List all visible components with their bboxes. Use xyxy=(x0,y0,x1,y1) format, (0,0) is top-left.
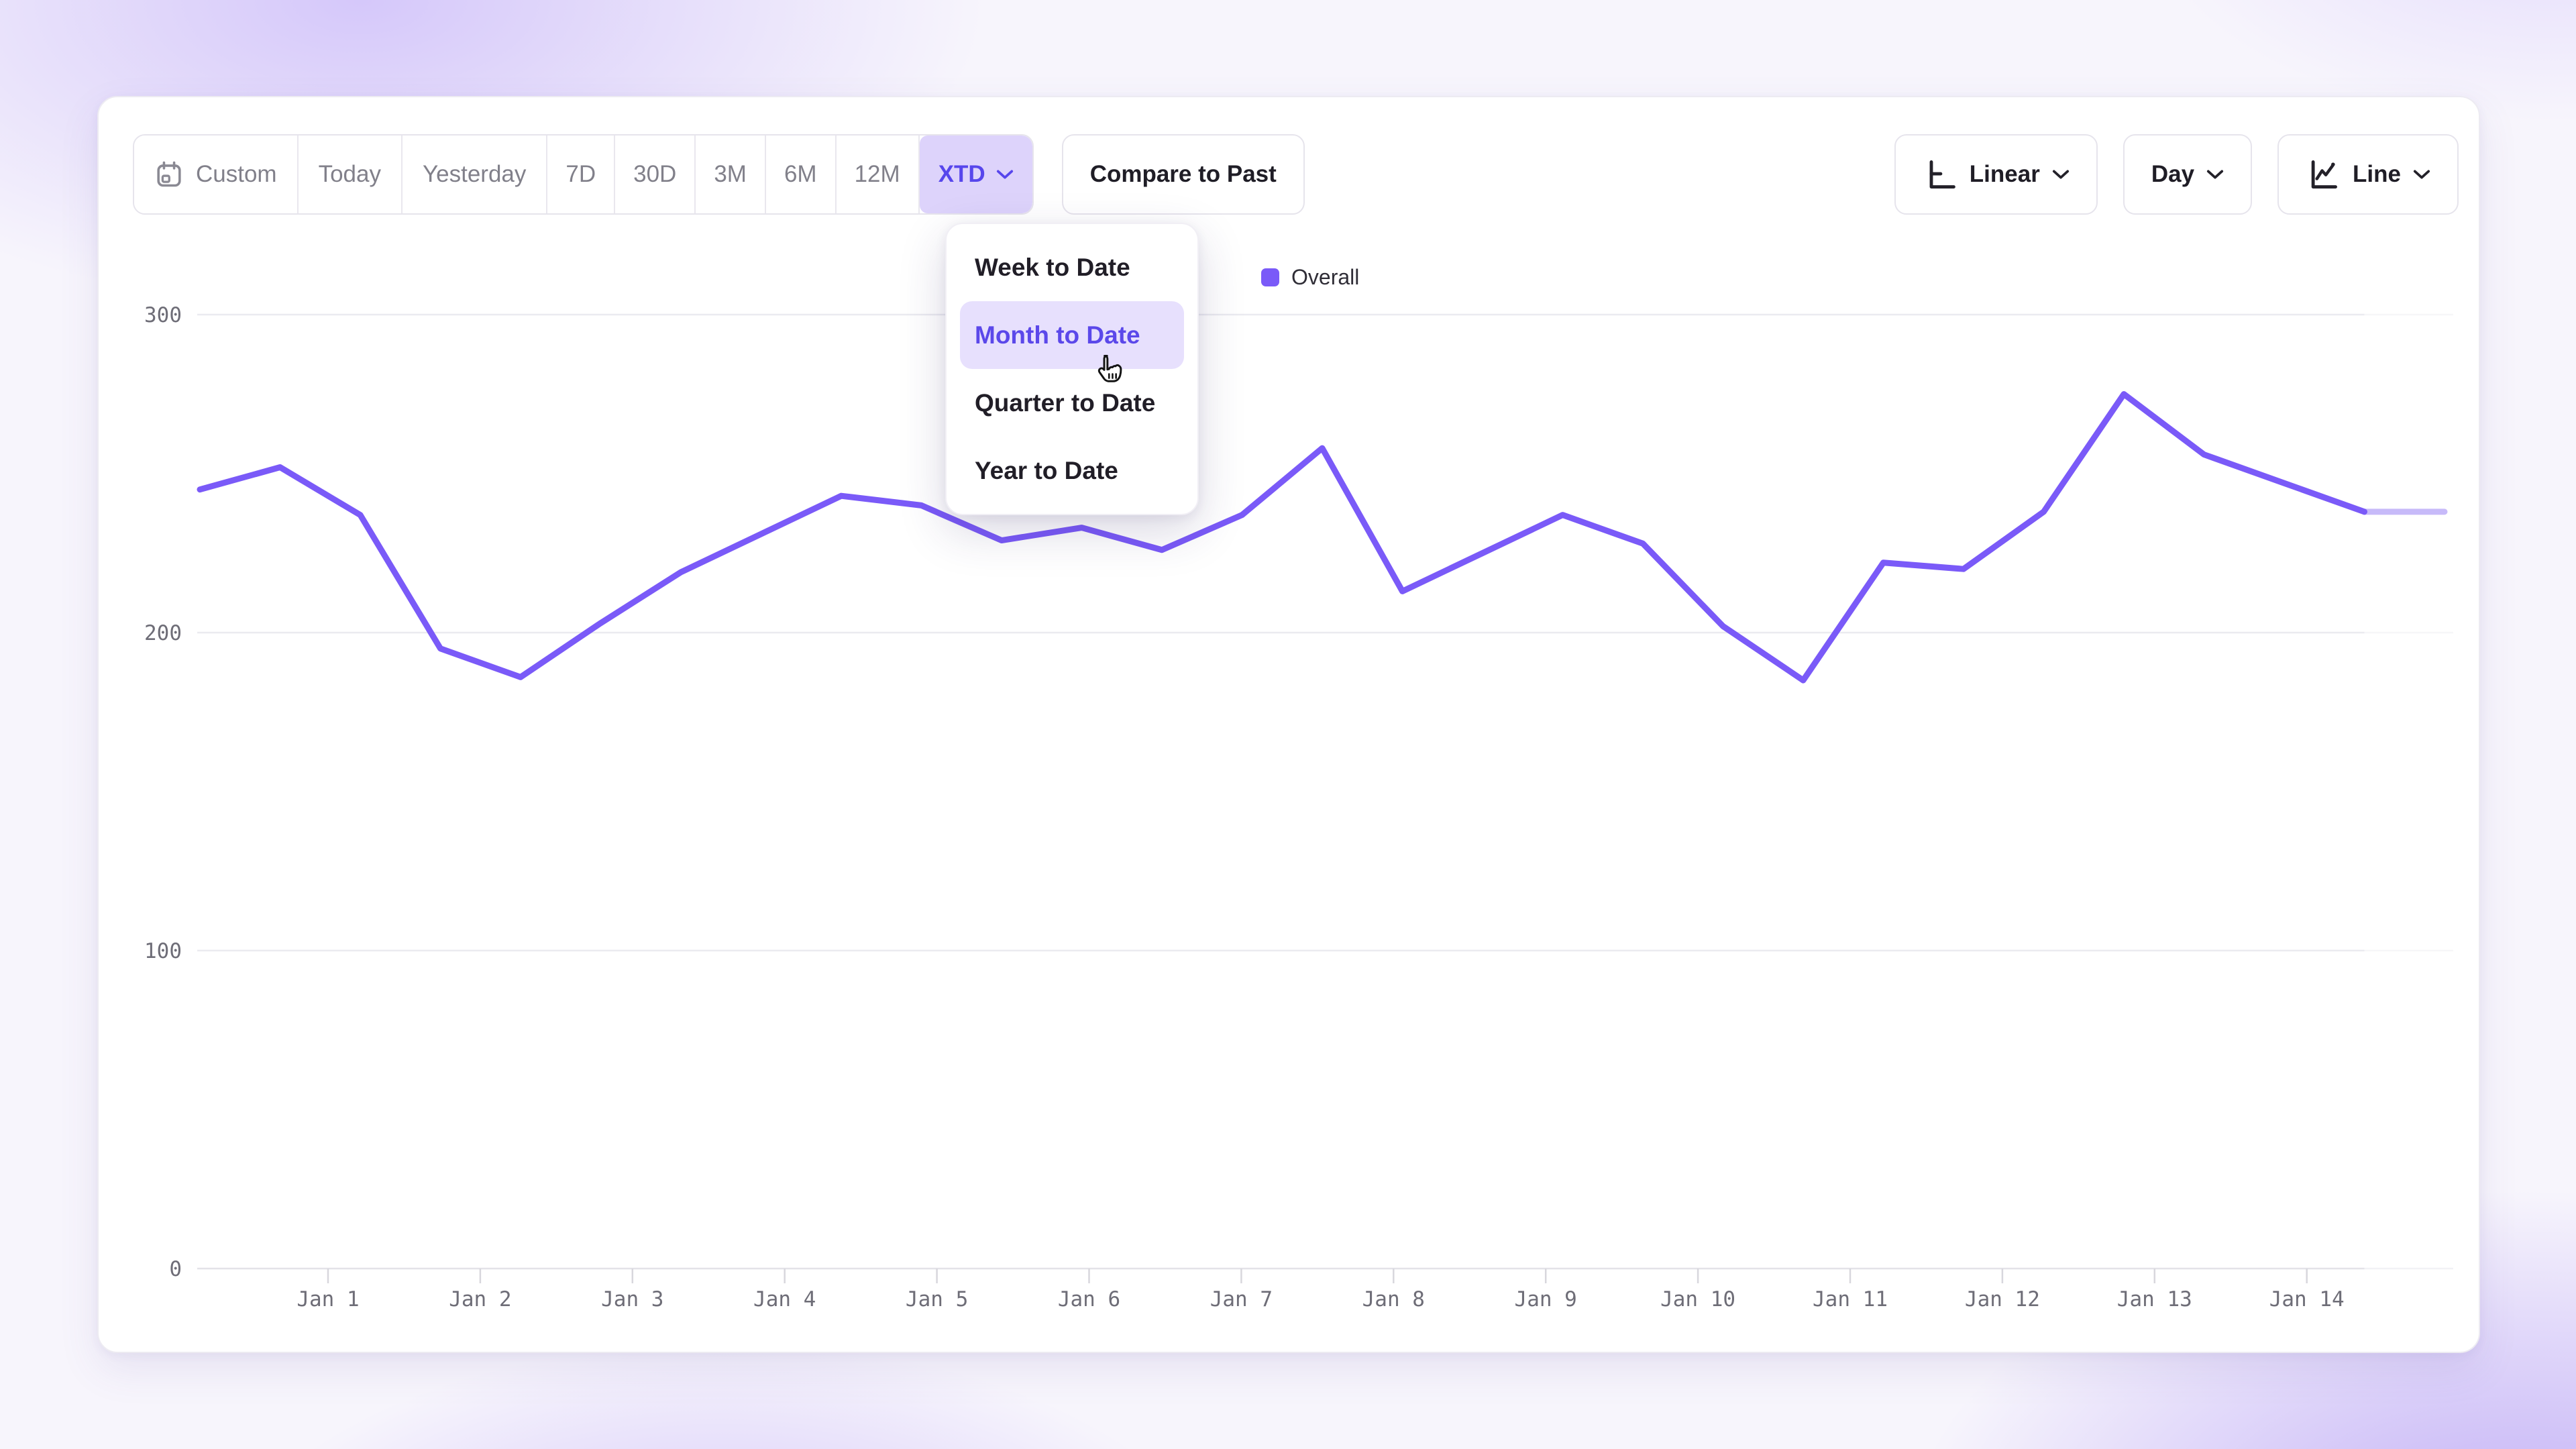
chevron-down-icon xyxy=(2206,169,2224,180)
y-axis-label: 200 xyxy=(144,621,182,645)
preset-today[interactable]: Today xyxy=(299,136,402,213)
chevron-down-icon xyxy=(996,169,1014,180)
x-axis-label: Jan 1 xyxy=(297,1287,359,1311)
x-axis-label: Jan 2 xyxy=(449,1287,511,1311)
preset-label: Custom xyxy=(196,161,277,188)
y-axis-label: 300 xyxy=(144,303,182,327)
chart-line xyxy=(200,394,2365,681)
chart-legend[interactable]: Overall xyxy=(1261,265,1359,290)
preset-6m[interactable]: 6M xyxy=(766,136,837,213)
x-axis-label: Jan 3 xyxy=(601,1287,663,1311)
preset-30d[interactable]: 30D xyxy=(615,136,696,213)
calendar-icon xyxy=(154,160,184,189)
legend-series-label: Overall xyxy=(1291,265,1359,290)
incomplete-period-overlay xyxy=(2365,299,2461,1291)
toolbar: Custom Today Yesterday 7D 30D 3M 6M 12M … xyxy=(133,134,2459,215)
menu-item-quarter-to-date[interactable]: Quarter to Date xyxy=(947,369,1197,437)
preset-custom[interactable]: Custom xyxy=(134,136,299,213)
chevron-down-icon xyxy=(2052,169,2070,180)
axis-scale-icon xyxy=(1923,157,1957,192)
date-range-dropdown-menu: Week to Date Month to Date Quarter to Da… xyxy=(945,223,1199,515)
menu-item-year-to-date[interactable]: Year to Date xyxy=(947,437,1197,504)
insights-card: Custom Today Yesterday 7D 30D 3M 6M 12M … xyxy=(97,96,2480,1353)
chevron-down-icon xyxy=(2413,169,2430,180)
scale-dropdown[interactable]: Linear xyxy=(1894,134,2098,215)
menu-item-week-to-date[interactable]: Week to Date xyxy=(947,233,1197,301)
preset-yesterday[interactable]: Yesterday xyxy=(402,136,547,213)
x-axis-label: Jan 12 xyxy=(1965,1287,2040,1311)
legend-swatch xyxy=(1261,268,1279,286)
preset-3m[interactable]: 3M xyxy=(696,136,766,213)
compare-to-past-button[interactable]: Compare to Past xyxy=(1062,134,1305,215)
line-chart-icon xyxy=(2306,157,2341,192)
x-axis-label: Jan 11 xyxy=(1813,1287,1888,1311)
y-axis-label: 0 xyxy=(169,1257,182,1281)
preset-7d[interactable]: 7D xyxy=(547,136,615,213)
x-axis-label: Jan 14 xyxy=(2269,1287,2345,1311)
date-range-presets: Custom Today Yesterday 7D 30D 3M 6M 12M … xyxy=(133,134,1034,215)
x-axis-label: Jan 9 xyxy=(1515,1287,1577,1311)
chart-type-dropdown[interactable]: Line xyxy=(2277,134,2459,215)
x-axis-label: Jan 4 xyxy=(753,1287,816,1311)
x-axis-label: Jan 7 xyxy=(1210,1287,1273,1311)
menu-item-month-to-date[interactable]: Month to Date xyxy=(960,301,1184,369)
x-axis-label: Jan 8 xyxy=(1362,1287,1425,1311)
x-axis-label: Jan 6 xyxy=(1058,1287,1120,1311)
cursor-pointer-icon xyxy=(1092,353,1127,395)
preset-12m[interactable]: 12M xyxy=(837,136,920,213)
x-axis-label: Jan 13 xyxy=(2117,1287,2192,1311)
chart-controls: Linear Day Line xyxy=(1894,134,2459,215)
x-axis-label: Jan 5 xyxy=(906,1287,968,1311)
x-axis-label: Jan 10 xyxy=(1660,1287,1735,1311)
y-axis-label: 100 xyxy=(144,939,182,963)
interval-dropdown[interactable]: Day xyxy=(2123,134,2252,215)
preset-xtd[interactable]: XTD xyxy=(920,136,1032,213)
